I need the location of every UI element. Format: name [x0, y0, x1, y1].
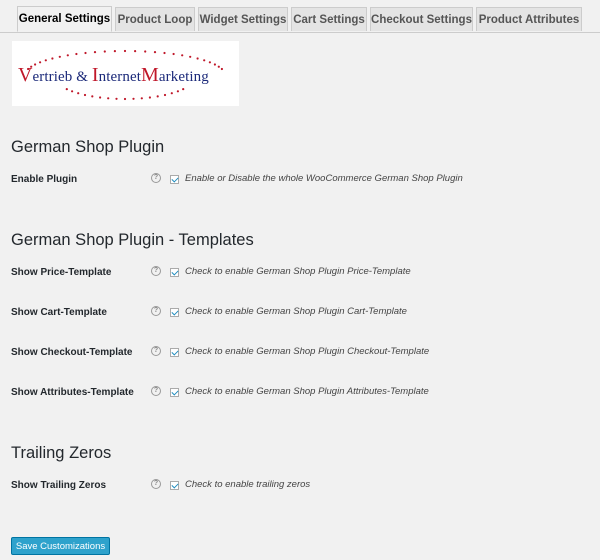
- logo-dot: [123, 49, 127, 53]
- section-title-trailing-zeros: Trailing Zeros: [11, 444, 112, 462]
- logo-dot: [182, 88, 185, 91]
- logo-dot: [75, 52, 78, 56]
- logo-dot: [123, 97, 127, 101]
- show-cart-template-checkbox[interactable]: [170, 308, 179, 317]
- help-icon[interactable]: ?: [151, 306, 161, 316]
- settings-tabs: General Settings Product Loop Widget Set…: [0, 0, 600, 33]
- show-price-template-description: Check to enable German Shop Plugin Price…: [185, 266, 411, 277]
- enable-plugin-checkbox[interactable]: [170, 175, 179, 184]
- logo-dot: [181, 54, 184, 57]
- show-cart-template-label: Show Cart-Template: [11, 307, 107, 318]
- logo-dot: [71, 90, 74, 93]
- logo-dot: [153, 51, 157, 54]
- help-icon[interactable]: ?: [151, 266, 161, 276]
- tab-product-loop[interactable]: Product Loop: [115, 7, 195, 31]
- show-trailing-zeros-label: Show Trailing Zeros: [11, 480, 107, 491]
- logo-dot: [115, 97, 118, 100]
- logo-dot: [107, 97, 110, 100]
- show-checkout-template-checkbox[interactable]: [170, 348, 179, 357]
- enable-plugin-description: Enable or Disable the whole WooCommerce …: [185, 173, 463, 184]
- logo-dot: [113, 50, 116, 53]
- logo-dot: [170, 92, 173, 95]
- logo-dot: [163, 51, 166, 55]
- logo-dot: [172, 52, 175, 56]
- show-attributes-template-checkbox[interactable]: [170, 388, 179, 397]
- logo-dot: [163, 93, 167, 97]
- logo-dot: [132, 97, 135, 100]
- logo-dot: [134, 50, 137, 53]
- logo-dot: [83, 93, 87, 97]
- show-price-template-label: Show Price-Template: [11, 267, 112, 278]
- logo-dot: [99, 96, 102, 99]
- help-icon[interactable]: ?: [151, 479, 161, 489]
- show-attributes-template-label: Show Attributes-Template: [11, 387, 134, 398]
- show-trailing-zeros-description: Check to enable trailing zeros: [185, 479, 311, 490]
- tab-general-settings[interactable]: General Settings: [17, 6, 112, 32]
- help-icon[interactable]: ?: [151, 346, 161, 356]
- logo-dot: [140, 97, 143, 100]
- section-title-templates: German Shop Plugin - Templates: [11, 231, 254, 249]
- logo-dot: [93, 51, 97, 54]
- show-cart-template-description: Check to enable German Shop Plugin Cart-…: [185, 306, 407, 317]
- logo-wordmark: Vertrieb & InternetMarketing: [18, 64, 209, 86]
- enable-plugin-label: Enable Plugin: [11, 174, 78, 185]
- section-title-german-shop-plugin: German Shop Plugin: [11, 138, 165, 156]
- logo-dot: [51, 57, 54, 60]
- logo-dot: [77, 92, 80, 95]
- logo-dot: [203, 59, 206, 62]
- logo-dot: [44, 59, 47, 62]
- show-attributes-template-description: Check to enable German Shop Plugin Attri…: [185, 386, 429, 397]
- show-checkout-template-label: Show Checkout-Template: [11, 347, 133, 358]
- help-icon[interactable]: ?: [151, 173, 161, 183]
- logo-dot: [103, 50, 106, 53]
- tab-widget-settings[interactable]: Widget Settings: [198, 7, 288, 31]
- help-icon[interactable]: ?: [151, 386, 161, 396]
- logo-dot: [196, 57, 199, 60]
- logo-dot: [148, 96, 151, 99]
- logo-dot: [189, 55, 192, 58]
- logo-dot: [84, 51, 87, 55]
- tab-cart-settings[interactable]: Cart Settings: [291, 7, 367, 31]
- logo-dot: [58, 55, 61, 58]
- tab-checkout-settings[interactable]: Checkout Settings: [370, 7, 473, 31]
- show-price-template-checkbox[interactable]: [170, 268, 179, 277]
- logo-dot: [176, 90, 179, 93]
- logo-dot: [66, 54, 69, 57]
- save-customizations-button[interactable]: Save Customizations: [11, 537, 110, 555]
- logo-dot: [91, 95, 94, 98]
- show-trailing-zeros-checkbox[interactable]: [170, 481, 179, 490]
- tab-product-attributes[interactable]: Product Attributes: [476, 7, 582, 31]
- show-checkout-template-description: Check to enable German Shop Plugin Check…: [185, 346, 430, 357]
- company-logo: Vertrieb & InternetMarketing: [12, 41, 239, 106]
- logo-dot: [156, 95, 159, 98]
- logo-dot: [144, 50, 147, 53]
- logo-dot: [65, 88, 68, 91]
